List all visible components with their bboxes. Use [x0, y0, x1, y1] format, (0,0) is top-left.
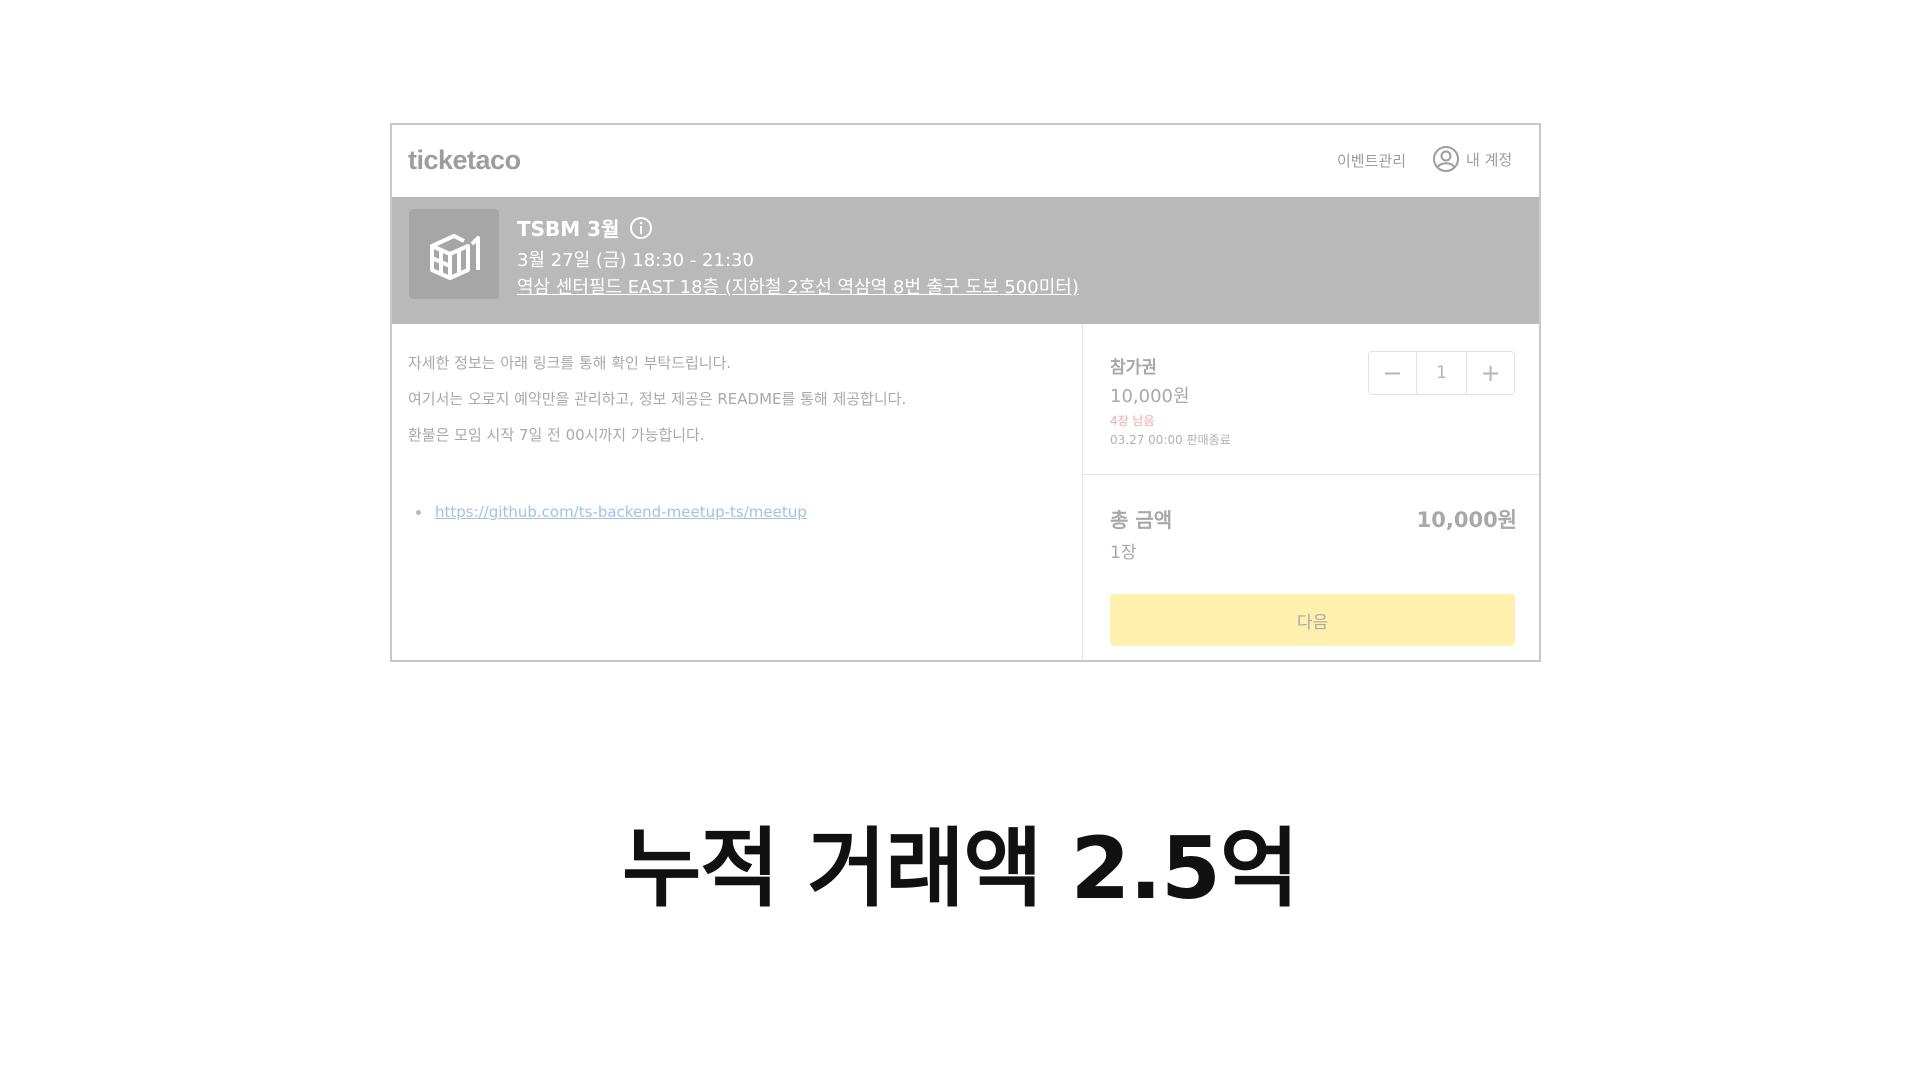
description-line-2: 여기서는 오로지 예약만을 관리하고, 정보 제공은 README를 통해 제공… [408, 390, 907, 408]
brand-logo[interactable]: ticketaco [408, 145, 521, 176]
description-line-1: 자세한 정보는 아래 링크를 통해 확인 부탁드립니다. [408, 354, 732, 372]
github-link[interactable]: https://github.com/ts-backend-meetup-ts/… [435, 503, 807, 521]
user-circle-icon [1433, 146, 1459, 172]
total-count: 1장 [1110, 543, 1137, 563]
account-menu[interactable]: 내 계정 [1432, 145, 1512, 173]
nav-event-management[interactable]: 이벤트관리 [1337, 150, 1406, 171]
info-icon[interactable] [629, 216, 653, 240]
event-date: 3월 27일 (금) 18:30 - 21:30 [517, 250, 754, 271]
ticketaco-screenshot: ticketaco 이벤트관리 내 계정 TSBM 3월 3월 27일 (금) … [390, 123, 1541, 662]
bullet-icon [416, 509, 421, 515]
account-label: 내 계정 [1466, 150, 1513, 169]
next-button[interactable]: 다음 [1110, 594, 1515, 646]
quantity-value: 1 [1436, 363, 1447, 383]
cube-logo-icon [430, 234, 480, 280]
link-list-item: https://github.com/ts-backend-meetup-ts/… [416, 503, 807, 521]
decrease-button[interactable]: − [1369, 352, 1417, 394]
event-title-row: TSBM 3월 [517, 213, 653, 242]
ticket-remaining: 4장 남음 [1110, 414, 1155, 428]
event-title: TSBM 3월 [517, 217, 620, 241]
ticket-panel: 참가권 10,000원 4장 남음 03.27 00:00 판매종료 − 1 +… [1083, 324, 1539, 660]
event-venue-link[interactable]: 역삼 센터필드 EAST 18층 (지하철 2호선 역삼역 8번 출구 도보 5… [517, 273, 1079, 299]
increase-button[interactable]: + [1466, 352, 1514, 394]
top-bar: ticketaco 이벤트관리 내 계정 [392, 125, 1539, 197]
description-line-3: 환불은 모임 시작 7일 전 00시까지 가능합니다. [408, 426, 705, 444]
total-value: 10,000원 [1416, 508, 1517, 532]
event-logo [409, 209, 499, 299]
slide-headline: 누적 거래액 2.5억 [622, 819, 1299, 919]
event-description: 자세한 정보는 아래 링크를 통해 확인 부탁드립니다. 여기서는 오로지 예약… [408, 354, 1058, 521]
total-label: 총 금액 [1110, 508, 1173, 532]
event-banner: TSBM 3월 3월 27일 (금) 18:30 - 21:30 역삼 센터필드… [392, 197, 1539, 324]
ticket-sale-end: 03.27 00:00 판매종료 [1110, 433, 1231, 447]
ticket-price: 10,000원 [1110, 386, 1190, 407]
ticket-name: 참가권 [1110, 358, 1157, 378]
panel-divider [1083, 474, 1539, 475]
quantity-stepper: − 1 + [1368, 351, 1515, 395]
